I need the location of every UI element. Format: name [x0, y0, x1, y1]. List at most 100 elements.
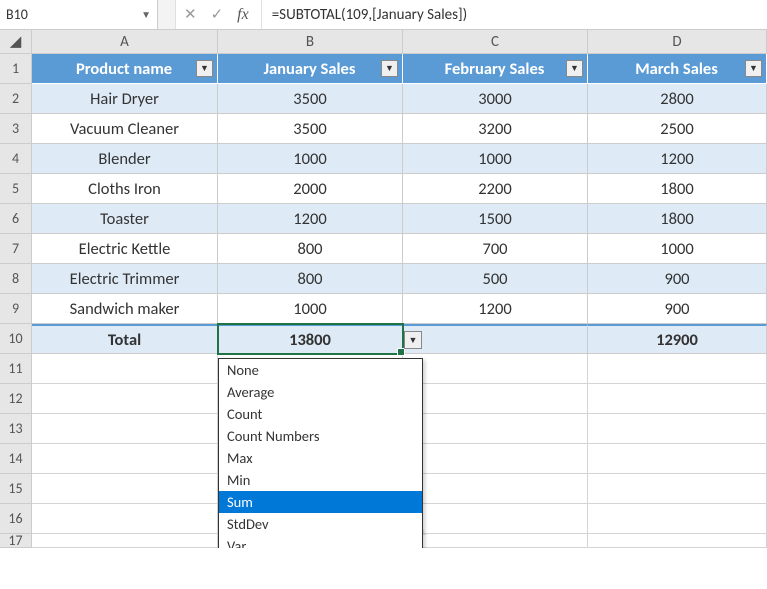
row-header-14[interactable]: 14 [0, 444, 32, 474]
menu-item-count-numbers[interactable]: Count Numbers [219, 425, 422, 447]
total-january-cell[interactable]: 13800 ▼ [218, 324, 403, 354]
cell[interactable]: 900 [588, 294, 767, 324]
filter-icon[interactable]: ▼ [196, 60, 213, 77]
row-header-4[interactable]: 4 [0, 144, 32, 174]
cell[interactable]: 2800 [588, 84, 767, 114]
subtotal-function-menu[interactable]: None Average Count Count Numbers Max Min… [218, 358, 423, 548]
row-header-13[interactable]: 13 [0, 414, 32, 444]
cell[interactable]: 1000 [588, 234, 767, 264]
cell[interactable] [588, 474, 767, 504]
filter-icon[interactable]: ▼ [745, 60, 762, 77]
table-header-january[interactable]: January Sales▼ [218, 54, 403, 84]
cell[interactable]: 1200 [403, 294, 588, 324]
col-header-a[interactable]: A [32, 30, 218, 54]
cell[interactable] [588, 504, 767, 534]
menu-item-none[interactable]: None [219, 359, 422, 381]
cell[interactable] [403, 354, 588, 384]
chevron-down-icon[interactable]: ▼ [141, 8, 151, 21]
select-all-corner[interactable]: ◢ [0, 30, 32, 54]
cell[interactable]: 1800 [588, 204, 767, 234]
cell[interactable] [32, 444, 218, 474]
table-header-february[interactable]: February Sales▼ [403, 54, 588, 84]
cell[interactable]: 800 [218, 234, 403, 264]
row-header-6[interactable]: 6 [0, 204, 32, 234]
enter-icon[interactable]: ✓ [211, 5, 224, 24]
cell[interactable] [588, 534, 767, 548]
cancel-icon[interactable]: ✕ [184, 5, 197, 24]
cell[interactable]: 3500 [218, 114, 403, 144]
cell[interactable] [403, 534, 588, 548]
cell[interactable]: 1200 [588, 144, 767, 174]
dropdown-button[interactable]: ▼ [404, 331, 422, 349]
menu-item-min[interactable]: Min [219, 469, 422, 491]
row-header-1[interactable]: 1 [0, 54, 32, 84]
cell[interactable] [588, 444, 767, 474]
cell[interactable]: Vacuum Cleaner [32, 114, 218, 144]
cell[interactable]: Toaster [32, 204, 218, 234]
row-header-16[interactable]: 16 [0, 504, 32, 534]
menu-item-stddev[interactable]: StdDev [219, 513, 422, 535]
cell[interactable]: Electric Kettle [32, 234, 218, 264]
row-header-17[interactable]: 17 [0, 534, 32, 548]
total-label-cell[interactable]: Total [32, 324, 218, 354]
formula-input[interactable]: =SUBTOTAL(109,[January Sales]) [266, 6, 767, 24]
menu-item-count[interactable]: Count [219, 403, 422, 425]
cell[interactable]: 3500 [218, 84, 403, 114]
col-header-d[interactable]: D [588, 30, 767, 54]
cell[interactable] [588, 384, 767, 414]
table-header-march[interactable]: March Sales▼ [588, 54, 767, 84]
row-header-7[interactable]: 7 [0, 234, 32, 264]
row-header-12[interactable]: 12 [0, 384, 32, 414]
cell[interactable]: 1500 [403, 204, 588, 234]
cell[interactable] [32, 414, 218, 444]
cell[interactable]: Sandwich maker [32, 294, 218, 324]
cell[interactable] [403, 474, 588, 504]
cell[interactable]: 700 [403, 234, 588, 264]
row-header-11[interactable]: 11 [0, 354, 32, 384]
cell[interactable] [403, 384, 588, 414]
cell[interactable]: 900 [588, 264, 767, 294]
cell[interactable] [32, 384, 218, 414]
cell[interactable]: Electric Trimmer [32, 264, 218, 294]
row-header-2[interactable]: 2 [0, 84, 32, 114]
row-header-8[interactable]: 8 [0, 264, 32, 294]
cell[interactable] [403, 444, 588, 474]
cell[interactable]: 2000 [218, 174, 403, 204]
cell[interactable] [32, 354, 218, 384]
cell[interactable]: Blender [32, 144, 218, 174]
cell[interactable] [588, 354, 767, 384]
cell[interactable]: 1000 [403, 144, 588, 174]
table-header-product[interactable]: Product name▼ [32, 54, 218, 84]
cell[interactable]: 500 [403, 264, 588, 294]
row-header-10[interactable]: 10 [0, 324, 32, 354]
cell[interactable]: 3200 [403, 114, 588, 144]
cell[interactable]: 3000 [403, 84, 588, 114]
menu-item-max[interactable]: Max [219, 447, 422, 469]
cell[interactable]: 2200 [403, 174, 588, 204]
total-february-cell[interactable] [403, 324, 588, 354]
cell[interactable] [403, 504, 588, 534]
cell[interactable] [588, 414, 767, 444]
cell[interactable]: Cloths Iron [32, 174, 218, 204]
menu-item-var[interactable]: Var [219, 535, 422, 548]
fx-icon[interactable]: fx [237, 6, 249, 24]
menu-item-sum[interactable]: Sum [219, 491, 422, 513]
row-header-15[interactable]: 15 [0, 474, 32, 504]
col-header-c[interactable]: C [403, 30, 588, 54]
menu-item-average[interactable]: Average [219, 381, 422, 403]
total-march-cell[interactable]: 12900 [588, 324, 767, 354]
cell[interactable]: 1800 [588, 174, 767, 204]
row-header-9[interactable]: 9 [0, 294, 32, 324]
cell[interactable] [32, 504, 218, 534]
cell[interactable] [32, 534, 218, 548]
cell[interactable]: Hair Dryer [32, 84, 218, 114]
cell[interactable] [403, 414, 588, 444]
cell[interactable]: 1000 [218, 144, 403, 174]
cell[interactable] [32, 474, 218, 504]
row-header-5[interactable]: 5 [0, 174, 32, 204]
cell[interactable]: 800 [218, 264, 403, 294]
cell[interactable]: 1000 [218, 294, 403, 324]
filter-icon[interactable]: ▼ [381, 60, 398, 77]
col-header-b[interactable]: B [218, 30, 403, 54]
name-box[interactable]: B10 ▼ [0, 0, 158, 29]
